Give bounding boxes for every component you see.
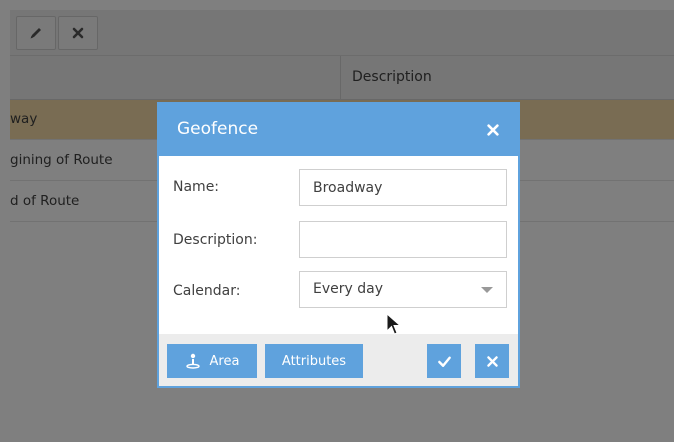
area-button-label: Area — [209, 353, 240, 369]
attributes-button-label: Attributes — [281, 353, 347, 369]
calendar-label: Calendar: — [173, 283, 241, 299]
calendar-select[interactable]: Every day — [299, 271, 507, 308]
dialog-title: Geofence — [177, 119, 259, 139]
chevron-down-icon[interactable] — [481, 287, 493, 293]
attributes-button[interactable]: Attributes — [265, 344, 363, 378]
close-button[interactable] — [482, 119, 504, 141]
cancel-button[interactable] — [475, 344, 509, 378]
map-pin-icon — [185, 353, 200, 369]
check-icon — [437, 356, 451, 367]
description-label: Description: — [173, 232, 258, 248]
geofence-dialog: Geofence Name: Description: Calendar: Ev… — [157, 102, 520, 388]
dialog-footer: Area Attributes — [159, 334, 518, 386]
name-field[interactable] — [299, 169, 507, 206]
close-icon — [487, 124, 499, 136]
save-button[interactable] — [427, 344, 461, 378]
close-icon — [486, 355, 498, 367]
description-field[interactable] — [299, 221, 507, 258]
dialog-header: Geofence — [159, 104, 518, 156]
area-button[interactable]: Area — [167, 344, 257, 378]
mouse-cursor-icon — [386, 313, 402, 335]
name-label: Name: — [173, 179, 220, 195]
calendar-select-value: Every day — [313, 281, 383, 297]
